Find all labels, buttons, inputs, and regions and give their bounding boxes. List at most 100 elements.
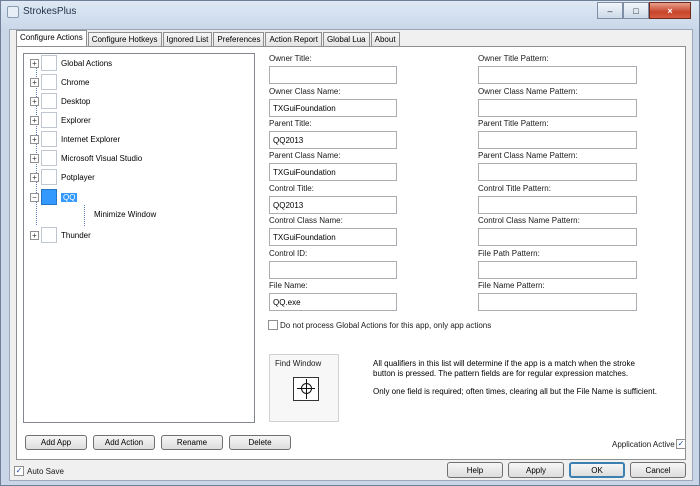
control-title-pattern-label: Control Title Pattern: — [478, 184, 551, 193]
parent-class-pattern-label: Parent Class Name Pattern: — [478, 151, 578, 160]
parent-title-input[interactable]: QQ2013 — [269, 131, 397, 149]
maximize-button[interactable]: □ — [623, 2, 649, 19]
control-id-label: Control ID: — [269, 249, 308, 258]
window-icon — [41, 150, 57, 166]
tree-node-potplayer[interactable]: + Potplayer — [24, 168, 95, 186]
control-class-pattern-input[interactable] — [478, 228, 637, 246]
owner-title-input[interactable] — [269, 66, 397, 84]
main-window: StrokesPlus – □ × Configure Actions Conf… — [0, 0, 700, 486]
control-title-input[interactable]: QQ2013 — [269, 196, 397, 214]
owner-title-pattern-input[interactable] — [478, 66, 637, 84]
minimize-button[interactable]: – — [597, 2, 623, 19]
tab-preferences[interactable]: Preferences — [213, 32, 265, 46]
tree-node-desktop[interactable]: + Desktop — [24, 92, 90, 110]
add-action-button[interactable]: Add Action — [93, 435, 155, 450]
strokesplus-app-icon — [7, 6, 19, 18]
owner-class-pattern-label: Owner Class Name Pattern: — [478, 87, 578, 96]
parent-class-input[interactable]: TXGuiFoundation — [269, 163, 397, 181]
file-path-pattern-input[interactable] — [478, 261, 637, 279]
tab-configure-actions[interactable]: Configure Actions — [16, 30, 87, 46]
expand-icon[interactable]: + — [30, 77, 39, 87]
tree-label: Thunder — [61, 230, 91, 240]
auto-save-checkbox[interactable]: ✓ — [14, 466, 24, 476]
rename-button[interactable]: Rename — [161, 435, 223, 450]
app-tree[interactable]: + Global Actions + Chrome + Desktop + Explor… — [23, 53, 255, 423]
expand-icon[interactable]: + — [30, 153, 39, 163]
window-icon — [41, 169, 57, 185]
tree-node-visual-studio[interactable]: + Microsoft Visual Studio — [24, 149, 142, 167]
window-icon — [41, 93, 57, 109]
tab-about[interactable]: About — [370, 32, 400, 46]
apply-button[interactable]: Apply — [508, 462, 564, 478]
window-icon — [41, 112, 57, 128]
application-active-label: Application Active — [612, 440, 675, 449]
qualifier-help-text: All qualifiers in this list will determi… — [373, 359, 658, 397]
tree-label: Internet Explorer — [61, 134, 121, 144]
tab-ignored-list[interactable]: Ignored List — [162, 32, 213, 46]
tree-label: Chrome — [61, 77, 90, 87]
parent-title-pattern-input[interactable] — [478, 131, 637, 149]
child-guide-line — [84, 205, 85, 226]
crosshair-icon[interactable] — [293, 377, 319, 401]
close-button[interactable]: × — [649, 2, 691, 19]
qualifier-help-line-2: Only one field is required; often times,… — [373, 387, 657, 396]
window-title: StrokesPlus — [23, 6, 77, 17]
control-id-input[interactable] — [269, 261, 397, 279]
expand-icon[interactable]: + — [30, 172, 39, 182]
control-class-pattern-label: Control Class Name Pattern: — [478, 216, 580, 225]
tab-action-report[interactable]: Action Report — [265, 32, 322, 46]
file-name-pattern-label: File Name Pattern: — [478, 281, 545, 290]
add-app-button[interactable]: Add App — [25, 435, 87, 450]
title-bar[interactable]: StrokesPlus – □ × — [1, 1, 699, 23]
owner-class-pattern-input[interactable] — [478, 99, 637, 117]
expand-icon[interactable]: + — [30, 230, 39, 240]
file-name-input[interactable]: QQ.exe — [269, 293, 397, 311]
expand-icon[interactable]: + — [30, 58, 39, 68]
no-global-actions-label: Do not process Global Actions for this a… — [280, 321, 492, 330]
find-window-label: Find Window — [275, 359, 322, 368]
tree-node-thunder[interactable]: + Thunder — [24, 226, 91, 244]
owner-title-label: Owner Title: — [269, 54, 312, 63]
file-name-pattern-input[interactable] — [478, 293, 637, 311]
file-path-pattern-label: File Path Pattern: — [478, 249, 540, 258]
tab-configure-hotkeys[interactable]: Configure Hotkeys — [87, 32, 162, 46]
settings-tabs: Configure Actions Configure Hotkeys Igno… — [16, 30, 401, 46]
control-title-pattern-input[interactable] — [478, 196, 637, 214]
tree-node-chrome[interactable]: + Chrome — [24, 73, 89, 91]
owner-title-pattern-label: Owner Title Pattern: — [478, 54, 549, 63]
parent-class-pattern-input[interactable] — [478, 163, 637, 181]
window-icon — [41, 74, 57, 90]
expand-icon[interactable]: + — [30, 134, 39, 144]
tree-label: Microsoft Visual Studio — [61, 153, 143, 163]
tree-node-global-actions[interactable]: + Global Actions — [24, 54, 112, 72]
owner-class-input[interactable]: TXGuiFoundation — [269, 99, 397, 117]
no-global-actions-checkbox[interactable] — [268, 320, 278, 330]
parent-class-label: Parent Class Name: — [269, 151, 341, 160]
window-icon — [41, 131, 57, 147]
window-icon — [41, 55, 57, 71]
tree-label: Desktop — [61, 96, 91, 106]
tree-label: Explorer — [61, 115, 91, 125]
tree-label: QQ — [61, 192, 78, 202]
tree-child-minimize-window[interactable]: Minimize Window — [94, 210, 156, 219]
delete-button[interactable]: Delete — [229, 435, 291, 450]
control-class-input[interactable]: TXGuiFoundation — [269, 228, 397, 246]
tree-node-internet-explorer[interactable]: + Internet Explorer — [24, 130, 120, 148]
window-icon — [41, 189, 57, 205]
collapse-icon[interactable]: − — [30, 192, 39, 202]
owner-class-label: Owner Class Name: — [269, 87, 341, 96]
control-class-label: Control Class Name: — [269, 216, 343, 225]
application-active-checkbox[interactable]: ✓ — [676, 439, 686, 449]
tree-label: Global Actions — [61, 58, 113, 68]
expand-icon[interactable]: + — [30, 96, 39, 106]
tab-global-lua[interactable]: Global Lua — [322, 32, 370, 46]
cancel-button[interactable]: Cancel — [630, 462, 686, 478]
tree-node-qq[interactable]: − QQ — [24, 188, 78, 206]
qualifier-help-line-1: All qualifiers in this list will determi… — [373, 359, 635, 378]
ok-button[interactable]: OK — [569, 462, 625, 478]
expand-icon[interactable]: + — [30, 115, 39, 125]
window-controls: – □ × — [597, 2, 691, 19]
tree-node-explorer[interactable]: + Explorer — [24, 111, 91, 129]
configure-actions-panel: + Global Actions + Chrome + Desktop + Explor… — [16, 46, 686, 460]
help-button[interactable]: Help — [447, 462, 503, 478]
